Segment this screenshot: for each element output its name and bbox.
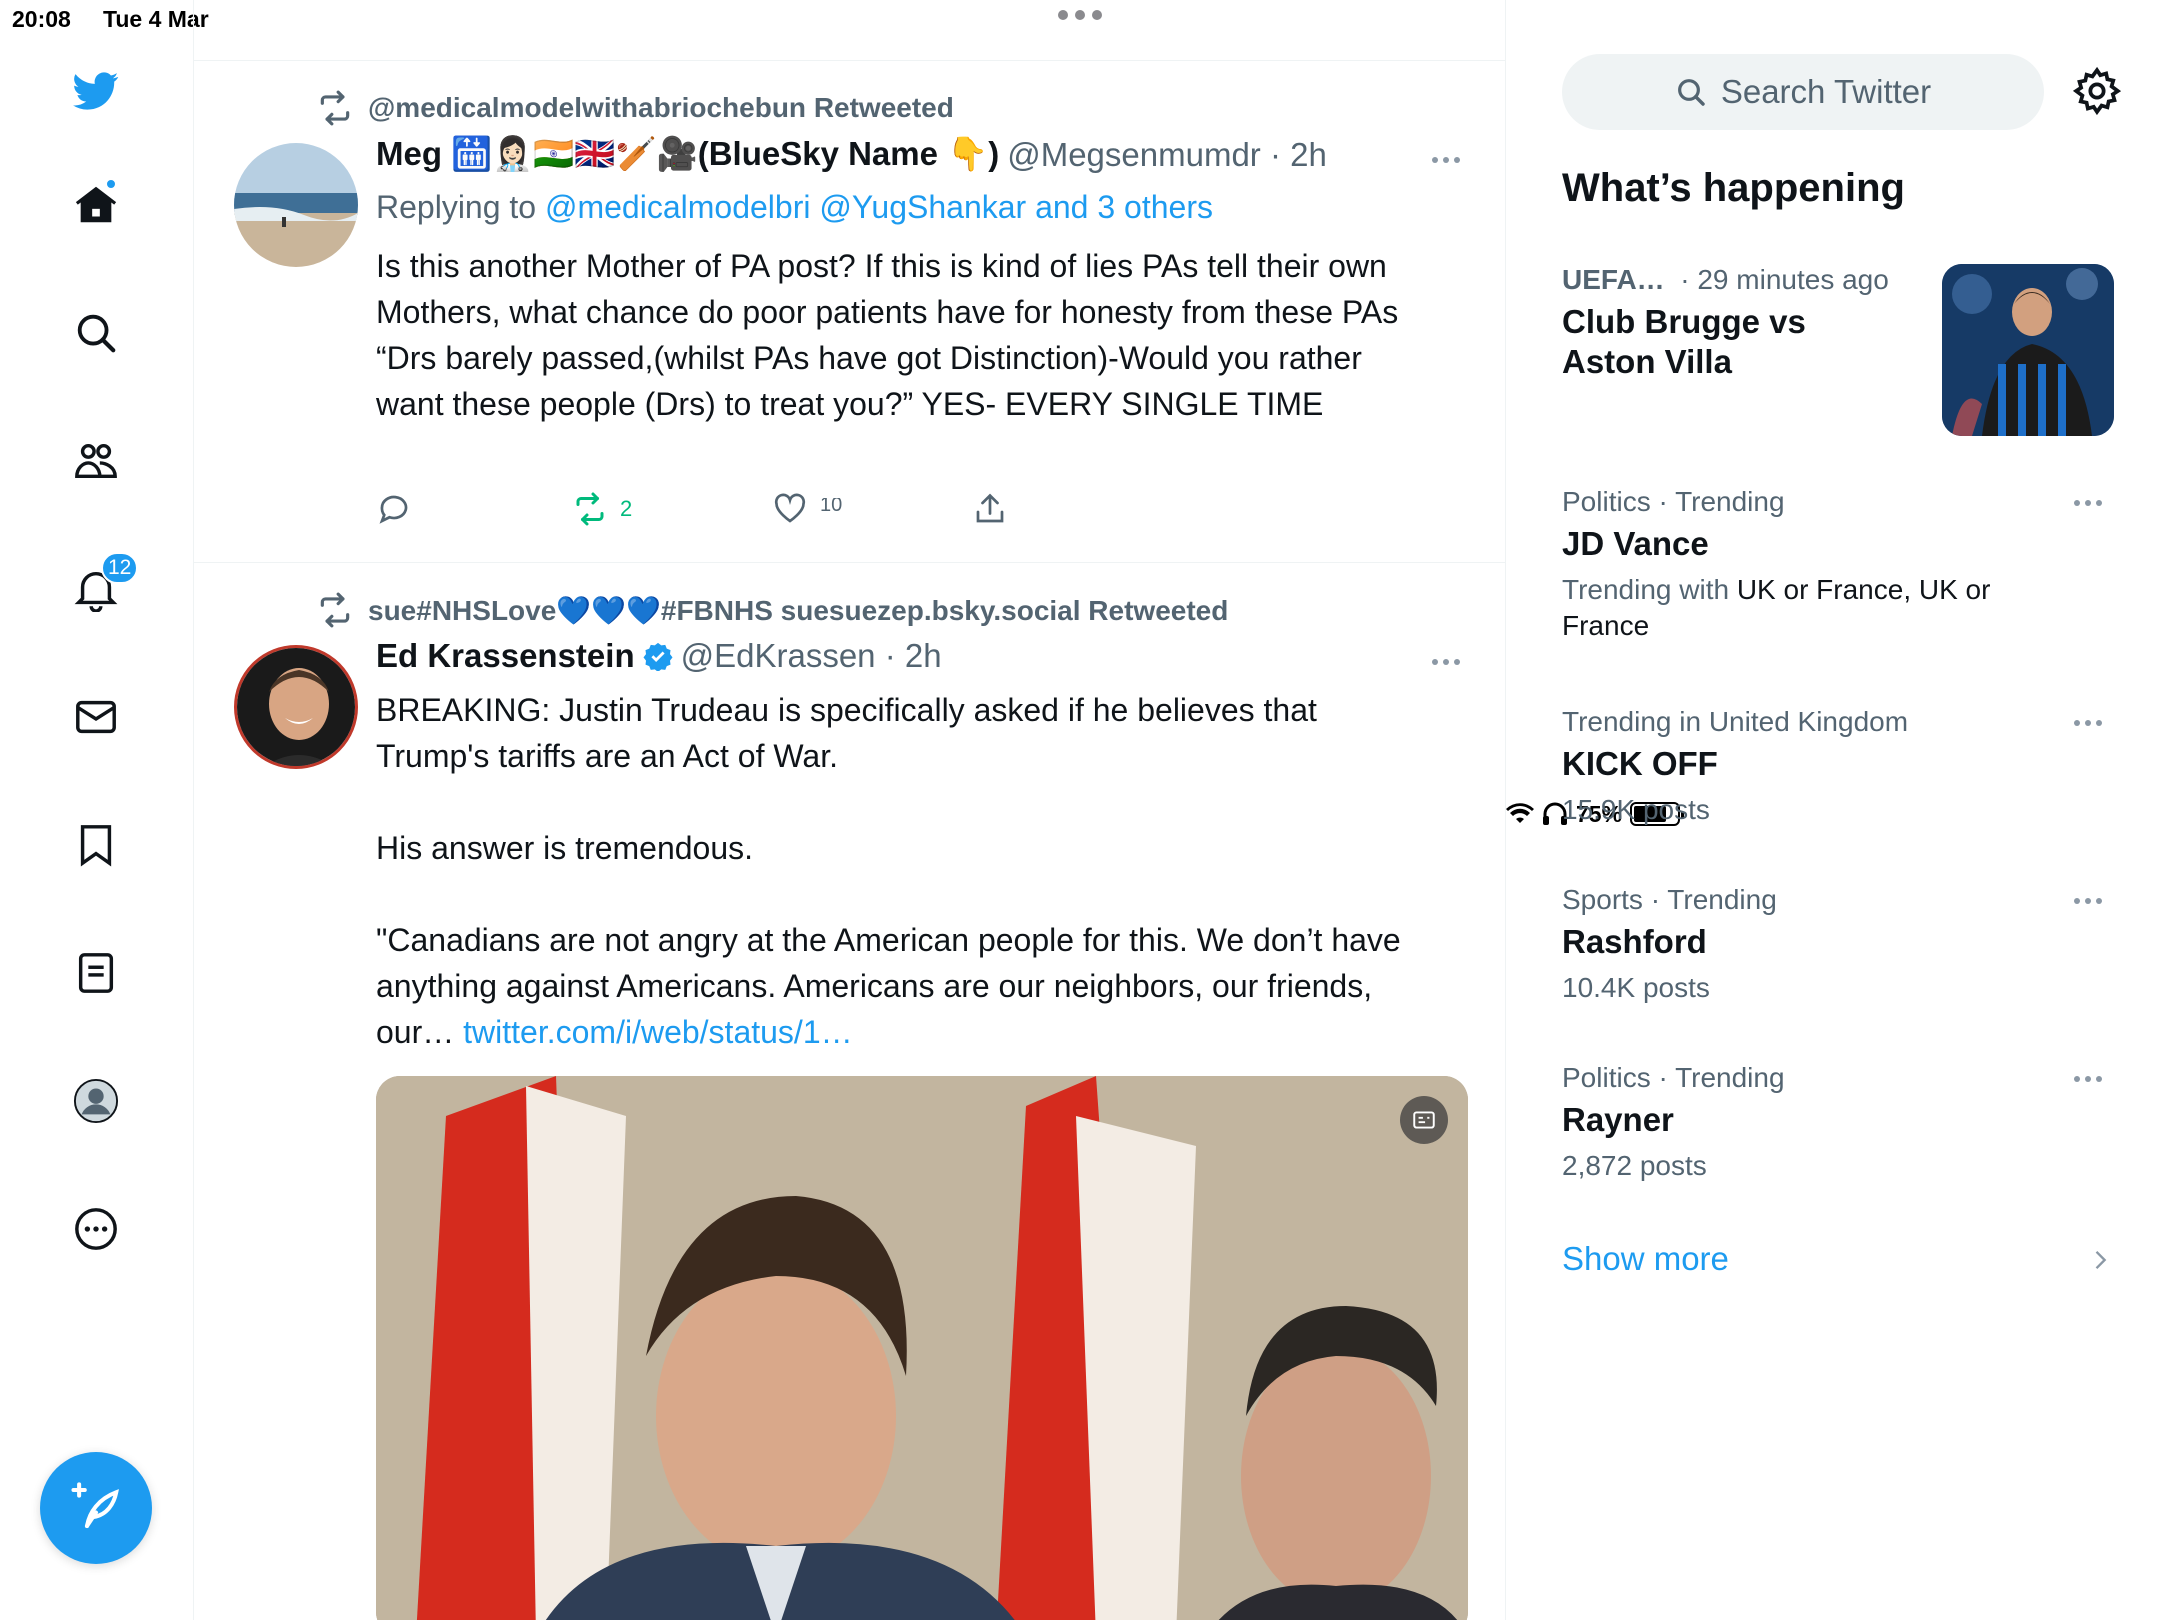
- search-input[interactable]: Search Twitter: [1562, 54, 2044, 130]
- tweet[interactable]: @medicalmodelwithabriochebun Retweeted M…: [194, 61, 1505, 563]
- twitter-logo-icon[interactable]: [63, 58, 129, 124]
- left-nav: 12: [0, 0, 194, 1620]
- avatar[interactable]: [234, 645, 358, 769]
- share-button[interactable]: [972, 491, 1008, 527]
- trend-sub: Trending with UK or France, UK or France: [1562, 572, 2042, 644]
- tweet-header: Ed Krassenstein @EdKrassen · 2h: [376, 637, 942, 675]
- like-button[interactable]: 10: [772, 491, 842, 527]
- avatar[interactable]: [234, 143, 358, 267]
- heart-icon: [774, 493, 806, 523]
- notifications-icon[interactable]: 12: [63, 552, 139, 622]
- retweeted-by-label: @medicalmodelwithabriochebun Retweeted: [368, 92, 954, 123]
- messages-icon[interactable]: [63, 684, 129, 750]
- home-new-dot: [105, 178, 117, 190]
- search-icon: [1677, 79, 1705, 106]
- tweet-text: BREAKING: Justin Trudeau is specifically…: [376, 687, 1436, 1055]
- retweet-context: sue#NHSLove💙💙💙#FBNHS suesuezep.bsky.soci…: [316, 591, 1228, 629]
- replying-to: Replying to @medicalmodelbri @YugShankar…: [376, 189, 1213, 226]
- tweet-more-icon[interactable]: [1432, 659, 1460, 665]
- search-icon[interactable]: [63, 300, 129, 366]
- trend-post-count: 10.4K posts: [1562, 972, 1710, 1003]
- trend-more-icon[interactable]: [2074, 720, 2102, 726]
- author-name[interactable]: Ed Krassenstein: [376, 637, 635, 675]
- tweet-link[interactable]: twitter.com/i/web/status/1…: [463, 1014, 852, 1050]
- more-icon[interactable]: [63, 1196, 129, 1262]
- compose-tweet-icon: [71, 1482, 119, 1529]
- tweet-paragraph: BREAKING: Justin Trudeau is specifically…: [376, 692, 1317, 774]
- retweeted-by-label: sue#NHSLove💙💙💙#FBNHS suesuezep.bsky.soci…: [368, 594, 1229, 626]
- communities-icon[interactable]: [63, 428, 129, 494]
- notifications-badge: 12: [101, 552, 139, 584]
- trend-title: Club Brugge vs Aston Villa: [1562, 303, 1806, 380]
- verified-badge-icon: [643, 642, 673, 671]
- trend-more-icon[interactable]: [2074, 500, 2102, 506]
- trend-sub-prefix: Trending with: [1562, 574, 1737, 605]
- trend-meta: Sports · Trending: [1562, 884, 1777, 915]
- tweet-text-line: Is this another Mother of PA post? If th…: [376, 248, 1399, 330]
- trend-time: · 29 minutes ago: [1680, 264, 1889, 295]
- trend-post-count: 2,872 posts: [1562, 1150, 1707, 1181]
- alt-badge[interactable]: [1400, 1096, 1448, 1144]
- tweet-paragraph: His answer is tremendous.: [376, 830, 754, 866]
- search-placeholder: Search Twitter: [1720, 73, 1932, 110]
- reply-icon: [379, 495, 408, 524]
- trend-title: Rashford: [1562, 923, 1707, 960]
- retweet-icon: [576, 492, 604, 526]
- whats-happening-title: What’s happening: [1562, 166, 1905, 210]
- profile-icon[interactable]: [63, 1068, 129, 1134]
- trend-item[interactable]: Politics · Trending JD Vance Trending wi…: [1562, 486, 2102, 644]
- trend-meta: Politics · Trending: [1562, 1062, 1785, 1093]
- tweet-text: Is this another Mother of PA post? If th…: [376, 243, 1436, 427]
- trend-more-icon[interactable]: [2074, 898, 2102, 904]
- trend-item[interactable]: Trending in United Kingdom KICK OFF 15.9…: [1562, 706, 2102, 828]
- tweet-more-icon[interactable]: [1432, 157, 1460, 163]
- trend-meta: Politics · Trending: [1562, 486, 1785, 517]
- trend-more-icon[interactable]: [2074, 1076, 2102, 1082]
- replying-to-link[interactable]: @medicalmodelbri @YugShankar and 3 other…: [545, 189, 1213, 225]
- retweet-count: 2: [620, 496, 633, 521]
- tweet[interactable]: sue#NHSLove💙💙💙#FBNHS suesuezep.bsky.soci…: [194, 563, 1505, 1620]
- trend-meta: Trending in United Kingdom: [1562, 706, 1909, 737]
- lists-icon[interactable]: [63, 940, 129, 1006]
- like-count: 10: [820, 498, 843, 516]
- author-handle[interactable]: @EdKrassen · 2h: [681, 637, 942, 675]
- compose-tweet-button[interactable]: [40, 1452, 152, 1564]
- trend-item[interactable]: Sports · Trending Rashford 10.4K posts: [1562, 884, 2102, 1006]
- settings-gear-icon[interactable]: [2072, 66, 2122, 116]
- trend-title: JD Vance: [1562, 525, 1709, 562]
- tweet-paragraph-last: "Canadians are not angry at the American…: [376, 917, 1436, 1055]
- retweet-button[interactable]: 2: [572, 491, 632, 527]
- tweet-header: Meg 🛗👩🏻‍⚕️🇮🇳🇬🇧🏏🎥(BlueSky Name 👇) @Megsen…: [376, 135, 1327, 174]
- show-more-link[interactable]: Show more: [1562, 1240, 1729, 1278]
- timeline: @medicalmodelwithabriochebun Retweeted M…: [194, 0, 1506, 1620]
- trend-post-count: 15.9K posts: [1562, 794, 1710, 825]
- home-icon[interactable]: [63, 172, 129, 238]
- bookmarks-icon[interactable]: [63, 812, 129, 878]
- content-warning-icon: [1413, 1111, 1435, 1129]
- trend-item[interactable]: Politics · Trending Rayner 2,872 posts: [1562, 1062, 2102, 1184]
- trend-title: KICK OFF: [1562, 745, 1718, 782]
- reply-button[interactable]: [376, 491, 412, 527]
- author-name[interactable]: Meg 🛗👩🏻‍⚕️🇮🇳🇬🇧🏏🎥(BlueSky Name 👇): [376, 135, 999, 174]
- tweet-text-line: “Drs barely passed,(whilst PAs have got …: [376, 340, 1362, 422]
- retweet-icon: [320, 90, 350, 126]
- sidebar: Search Twitter What’s happening UEFA… · …: [1506, 0, 2160, 1620]
- author-handle[interactable]: @Megsenmumdr · 2h: [1007, 136, 1327, 174]
- replying-prefix: Replying to: [376, 189, 545, 225]
- retweet-icon: [320, 592, 350, 628]
- retweet-context: @medicalmodelwithabriochebun Retweeted: [316, 89, 954, 127]
- trend-title: Rayner: [1562, 1101, 1674, 1138]
- trend-image[interactable]: [1942, 264, 2114, 436]
- tweet-actions: 2 10: [376, 491, 1016, 535]
- chevron-right-icon[interactable]: [2086, 1246, 2114, 1274]
- share-icon: [976, 493, 1004, 523]
- trend-category: UEFA…: [1562, 264, 1665, 295]
- tweet-media-video[interactable]: [376, 1076, 1468, 1620]
